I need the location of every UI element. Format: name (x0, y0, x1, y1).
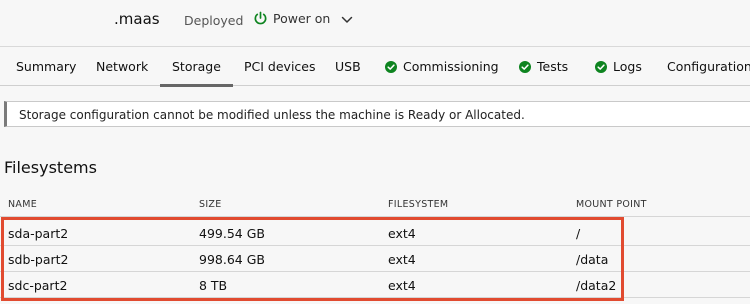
tab-storage[interactable]: Storage (160, 47, 233, 87)
column-header-filesystem: FILESYSTEM (388, 199, 449, 210)
check-circle-icon (385, 60, 397, 73)
tab-label: Network (96, 59, 149, 74)
cell-mount-point: / (576, 226, 581, 241)
column-header-mount-point: MOUNT POINT (576, 199, 647, 210)
cell-filesystem: ext4 (388, 226, 416, 241)
tab-commissioning[interactable]: Commissioning (385, 47, 499, 86)
tab-label: Logs (613, 59, 642, 74)
tab-pci-devices[interactable]: PCI devices (244, 47, 316, 86)
cell-mount-point: /data (576, 252, 609, 267)
cell-name: sda-part2 (8, 226, 69, 241)
check-circle-icon (595, 60, 607, 73)
notice-text: Storage configuration cannot be modified… (19, 108, 525, 122)
tab-network[interactable]: Network (96, 47, 148, 86)
table-row: sdc-part2 8 TB ext4 /data2 (0, 272, 750, 298)
tab-label: Commissioning (403, 59, 499, 74)
cell-filesystem: ext4 (388, 252, 416, 267)
filesystems-title: Filesystems (4, 158, 97, 177)
machine-hostname: .maas (114, 10, 160, 28)
tab-tests[interactable]: Tests (519, 47, 568, 86)
tab-label: Tests (537, 59, 569, 74)
machine-tabs: Summary Network Storage PCI devices USB … (0, 46, 750, 87)
column-header-size: SIZE (199, 199, 222, 210)
cell-size: 998.64 GB (199, 252, 265, 267)
storage-notice: Storage configuration cannot be modified… (4, 101, 750, 127)
power-icon (254, 11, 267, 25)
table-row: sdb-part2 998.64 GB ext4 /data (0, 246, 750, 272)
cell-mount-point: /data2 (576, 278, 617, 293)
tab-label: PCI devices (244, 59, 316, 74)
tab-configuration[interactable]: Configuration (667, 47, 750, 86)
tab-label: Configuration (667, 59, 750, 74)
power-button[interactable]: Power on (253, 11, 330, 26)
cell-size: 8 TB (199, 278, 228, 293)
machine-status: Deployed (184, 13, 244, 28)
tab-summary[interactable]: Summary (16, 47, 76, 86)
tab-label: Summary (16, 59, 77, 74)
table-header-divider (0, 216, 750, 217)
table-row: sda-part2 499.54 GB ext4 / (0, 220, 750, 246)
tab-label: Storage (172, 59, 221, 74)
machine-header: .maas Deployed Power on (0, 0, 750, 46)
column-header-name: NAME (8, 199, 38, 210)
tab-usb[interactable]: USB (335, 47, 361, 86)
power-label: Power on (273, 11, 331, 26)
check-circle-icon (519, 60, 531, 73)
tab-logs[interactable]: Logs (595, 47, 642, 86)
cell-size: 499.54 GB (199, 226, 265, 241)
tab-label: USB (335, 59, 361, 74)
cell-name: sdc-part2 (8, 278, 68, 293)
cell-name: sdb-part2 (8, 252, 69, 267)
cell-filesystem: ext4 (388, 278, 416, 293)
chevron-down-icon[interactable] (340, 13, 354, 27)
